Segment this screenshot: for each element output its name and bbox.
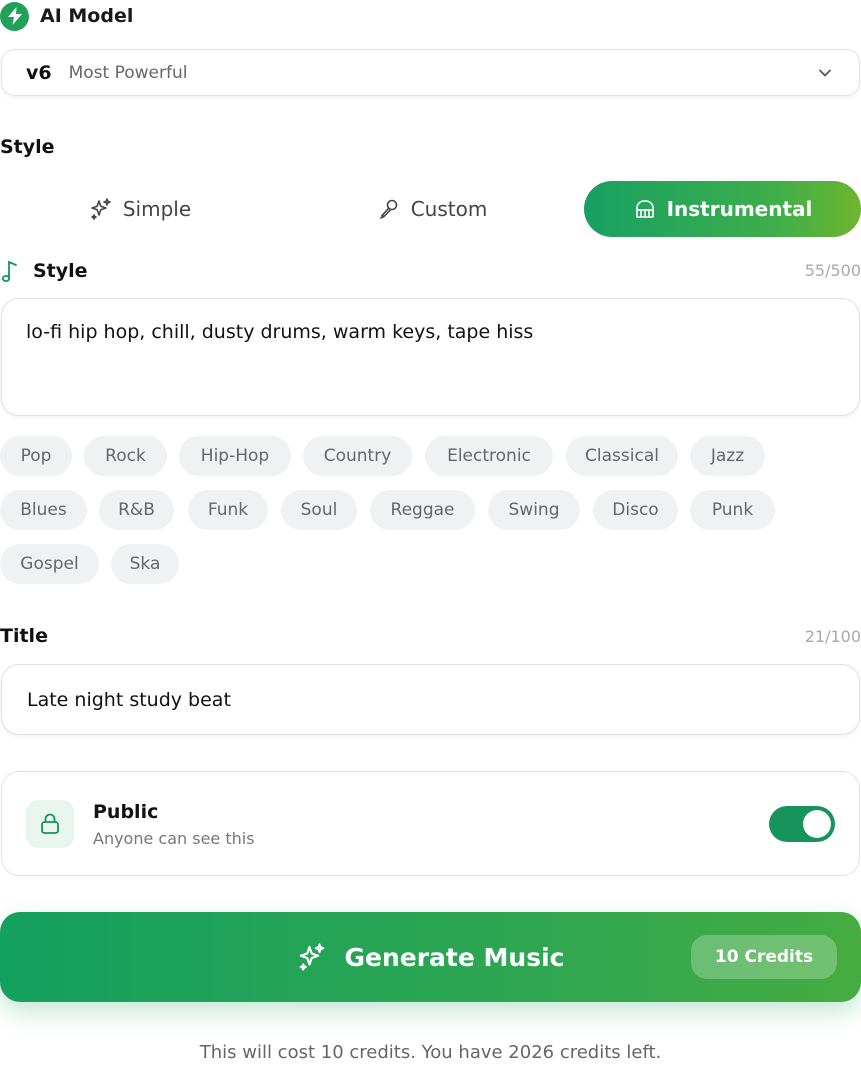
chevron-down-icon [819, 69, 831, 77]
genre-chip[interactable]: Country [303, 436, 412, 476]
tab-instrumental[interactable]: Instrumental [584, 181, 861, 237]
style-field-header: Style 55/500 [0, 259, 861, 283]
toggle-knob [803, 810, 831, 838]
ai-model-header: AI Model [0, 1, 134, 31]
generate-music-button[interactable]: Generate Music 10 Credits [0, 912, 861, 1002]
title-char-count: 21/100 [804, 627, 861, 646]
genre-chip[interactable]: Blues [0, 490, 87, 530]
genre-chip[interactable]: Funk [188, 490, 268, 530]
tab-custom-label: Custom [410, 197, 488, 221]
genre-chip[interactable]: Reggae [370, 490, 475, 530]
generate-button-label: Generate Music [344, 942, 565, 972]
credits-badge: 10 Credits [691, 935, 837, 979]
title-field-header: Title 21/100 [0, 625, 861, 649]
genre-chip[interactable]: Punk [690, 490, 775, 530]
genre-chip[interactable]: Disco [593, 490, 678, 530]
tab-simple[interactable]: Simple [0, 181, 280, 237]
genre-chip[interactable]: R&B [99, 490, 174, 530]
public-toggle[interactable] [769, 806, 835, 842]
tab-instrumental-label: Instrumental [666, 197, 813, 221]
genre-chip[interactable]: Gospel [0, 544, 99, 584]
style-field-label-text: Style [33, 260, 88, 282]
ai-model-title: AI Model [40, 5, 134, 27]
tab-simple-label: Simple [122, 197, 192, 221]
visibility-title: Public [93, 801, 159, 823]
sparkles-icon [299, 943, 324, 971]
genre-chip[interactable]: Hip-Hop [179, 436, 291, 476]
model-select[interactable]: v6 Most Powerful [1, 49, 860, 96]
genre-chip[interactable]: Soul [281, 490, 357, 530]
title-field-label: Title [0, 625, 48, 647]
bolt-icon [0, 1, 29, 31]
title-input[interactable]: Late night study beat [1, 664, 860, 735]
style-char-count: 55/500 [804, 261, 861, 280]
genre-chip[interactable]: Classical [566, 436, 678, 476]
style-field-label: Style [0, 259, 88, 283]
cost-footnote: This will cost 10 credits. You have 2026… [199, 1042, 662, 1063]
tab-custom[interactable]: Custom [292, 181, 572, 237]
piano-icon [635, 200, 654, 218]
genre-chip[interactable]: Rock [84, 436, 167, 476]
style-textarea[interactable]: lo-fi hip hop, chill, dusty drums, warm … [1, 298, 860, 416]
genre-chip[interactable]: Jazz [690, 436, 765, 476]
pen-icon [379, 199, 397, 219]
genre-chip[interactable]: Pop [0, 436, 72, 476]
music-note-icon [1, 260, 17, 282]
style-tabs: Simple Custom Instrumental [0, 181, 861, 237]
style-section-label: Style [0, 136, 55, 158]
visibility-card: Public Anyone can see this [1, 771, 860, 876]
model-version: v6 [26, 61, 52, 84]
lock-icon [26, 800, 74, 848]
visibility-subtitle: Anyone can see this [93, 829, 255, 848]
model-description: Most Powerful [68, 62, 188, 83]
genre-chip[interactable]: Swing [488, 490, 580, 530]
sparkles-icon [91, 198, 111, 220]
genre-chip[interactable]: Electronic [425, 436, 553, 476]
genre-chip[interactable]: Ska [111, 544, 179, 584]
